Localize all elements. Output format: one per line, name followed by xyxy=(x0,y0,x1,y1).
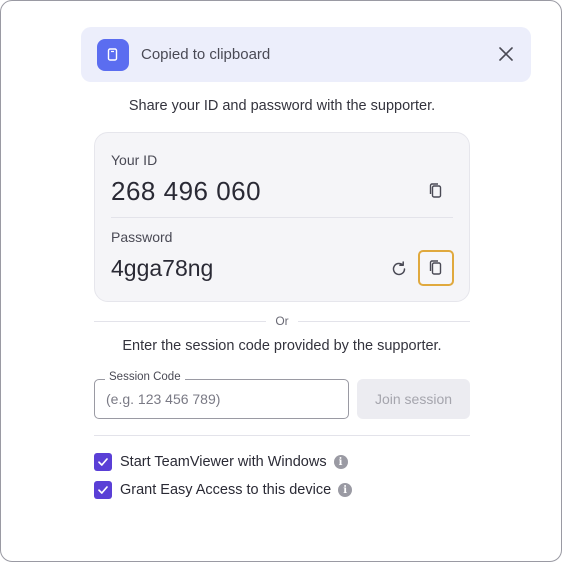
clipboard-icon xyxy=(97,39,129,71)
copied-toast: Copied to clipboard xyxy=(81,27,531,82)
refresh-password-button[interactable] xyxy=(387,257,411,281)
checkmark-icon xyxy=(98,486,108,494)
toast-message: Copied to clipboard xyxy=(141,46,271,63)
easy-access-label: Grant Easy Access to this device xyxy=(120,482,332,498)
separator-line xyxy=(298,321,470,322)
start-with-windows-label: Start TeamViewer with Windows xyxy=(120,454,327,470)
info-icon[interactable]: i xyxy=(338,483,353,497)
copy-icon xyxy=(429,260,442,275)
option-easy-access: Grant Easy Access to this device i xyxy=(94,480,353,500)
card-divider xyxy=(111,217,453,218)
join-session-button[interactable]: Join session xyxy=(357,379,470,419)
session-instruction: Enter the session code provided by the s… xyxy=(122,338,442,354)
checkmark-icon xyxy=(98,458,108,466)
close-icon[interactable] xyxy=(497,45,515,63)
password-label: Password xyxy=(111,229,173,245)
copy-password-button[interactable] xyxy=(418,250,454,286)
session-code-input[interactable] xyxy=(106,389,336,409)
info-icon[interactable]: i xyxy=(333,455,348,469)
divider xyxy=(94,435,470,436)
start-with-windows-checkbox[interactable] xyxy=(94,453,112,471)
copy-icon xyxy=(429,183,442,198)
id-label: Your ID xyxy=(111,152,158,168)
teamviewer-remote-support-panel: Copied to clipboard Share your ID and pa… xyxy=(0,0,562,562)
or-separator: Or xyxy=(94,312,470,330)
copy-id-button[interactable] xyxy=(424,179,448,203)
password-value: 4gga78ng xyxy=(111,255,214,281)
easy-access-checkbox[interactable] xyxy=(94,481,112,499)
refresh-icon xyxy=(392,261,406,276)
credentials-card: Your ID 268 496 060 Password 4gga78ng xyxy=(94,132,470,302)
session-code-label: Session Code xyxy=(105,371,185,383)
session-code-field[interactable]: Session Code xyxy=(94,371,349,419)
share-instruction: Share your ID and password with the supp… xyxy=(128,98,436,114)
option-start-with-windows: Start TeamViewer with Windows i xyxy=(94,452,348,472)
id-value: 268 496 060 xyxy=(111,176,262,206)
